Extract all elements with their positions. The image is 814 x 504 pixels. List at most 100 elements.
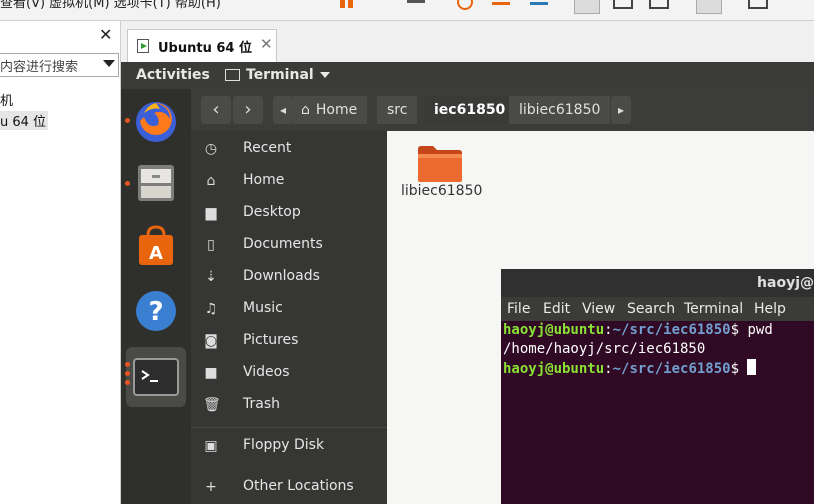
sidebar-item-trash[interactable]: 🗑 Trash [191, 390, 387, 420]
chevron-right-icon[interactable]: ▸ [611, 96, 631, 124]
prompt-user: haoyj@ubuntu [503, 322, 605, 338]
sidebar-item-floppy-disk[interactable]: ▣ Floppy Disk [191, 431, 387, 461]
sidebar-item-documents[interactable]: ▯ Documents [191, 230, 387, 260]
activities-button[interactable]: Activities [136, 67, 210, 83]
home-icon: ⌂ [206, 173, 216, 189]
sidebar-item-label: Downloads [243, 268, 320, 284]
sidebar-item-music[interactable]: ♫ Music [191, 294, 387, 324]
camera-icon: ◙ [204, 333, 218, 349]
running-indicator [125, 118, 130, 123]
app-menu-label: Terminal [246, 67, 314, 83]
terminal-line: haoyj@ubuntu:~/src/iec61850$ pwd [503, 322, 773, 338]
terminal-icon [225, 69, 240, 81]
sidebar-item-label: Other Locations [243, 478, 354, 494]
snapshot-icon[interactable] [453, 0, 477, 12]
folder-icon: ▆ [205, 205, 217, 221]
host-menubar: 查看(V) 虚拟机(M) 选项卡(T) 帮助(H) [0, 0, 814, 21]
chevron-down-icon [319, 72, 330, 78]
sidebar-item-other-locations[interactable]: + Other Locations [191, 472, 387, 502]
stretch-icon[interactable] [745, 0, 769, 12]
terminal-title-bar[interactable]: haoyj@ [501, 269, 814, 297]
menu-view[interactable]: View [582, 301, 615, 317]
library-pane: ✕ 内容进行搜索 机 u 64 位 [0, 21, 121, 504]
chevron-left-icon[interactable]: ◂ [273, 96, 293, 124]
terminal-window[interactable]: haoyj@ File Edit View Search Terminal He… [501, 269, 814, 504]
terminal-title: haoyj@ [757, 275, 814, 291]
prompt-user: haoyj@ubuntu [503, 361, 605, 377]
close-icon[interactable]: ✕ [260, 35, 273, 53]
menu-search[interactable]: Search [627, 301, 675, 317]
help-icon[interactable]: ? [130, 285, 182, 337]
running-indicator [125, 371, 130, 376]
view-library-icon[interactable] [574, 0, 600, 14]
breadcrumb-src[interactable]: src [377, 96, 418, 124]
terminal-line: /home/haoyj/src/iec61850 [503, 341, 706, 357]
forward-button[interactable]: › [233, 96, 263, 124]
menu-file[interactable]: File [507, 301, 530, 317]
breadcrumb-libiec61850[interactable]: libiec61850 [509, 96, 611, 124]
terminal-output[interactable]: haoyj@ubuntu:~/src/iec61850$ pwd /home/h… [501, 321, 814, 504]
text-cursor [747, 359, 757, 375]
download-icon: ⇣ [205, 269, 217, 285]
library-search-text: 内容进行搜索 [0, 60, 79, 75]
sidebar-item-label: Trash [243, 396, 280, 412]
host-menu-text[interactable]: 查看(V) 虚拟机(M) 选项卡(T) 帮助(H) [0, 0, 221, 11]
full-screen-icon[interactable] [646, 0, 670, 12]
sidebar-item-recent[interactable]: ◷ Recent [191, 134, 387, 164]
running-indicator [125, 380, 130, 385]
menu-help[interactable]: Help [754, 301, 786, 317]
terminal-icon[interactable] [126, 347, 186, 407]
library-search-input[interactable]: 内容进行搜索 [0, 53, 119, 77]
guest-screen[interactable]: Activities Terminal A ? ‹ › ◂ ⌂ Home src… [121, 62, 814, 504]
library-item-ubuntu[interactable]: u 64 位 [0, 111, 49, 130]
back-button[interactable]: ‹ [201, 96, 231, 124]
svg-text:A: A [149, 243, 163, 264]
pause-icon[interactable] [336, 0, 360, 12]
close-icon[interactable]: ✕ [99, 25, 112, 44]
clock-icon: ◷ [204, 141, 218, 157]
terminal-line: haoyj@ubuntu:~/src/iec61850$ [503, 359, 814, 379]
revert-snapshot-icon[interactable] [490, 0, 514, 12]
document-icon: ▯ [207, 237, 215, 253]
menu-terminal[interactable]: Terminal [684, 301, 743, 317]
sidebar-divider [191, 427, 387, 428]
vm-tab[interactable]: Ubuntu 64 位 ✕ [127, 29, 277, 62]
snapshot-manager-icon[interactable] [528, 0, 552, 12]
view-console-icon[interactable] [610, 0, 634, 12]
breadcrumb-label: Home [315, 102, 358, 118]
menu-edit[interactable]: Edit [543, 301, 570, 317]
breadcrumb-home[interactable]: ⌂ Home [293, 96, 368, 124]
folder-icon[interactable] [417, 145, 463, 183]
floppy-icon: ▣ [204, 438, 218, 454]
files-icon[interactable] [130, 157, 182, 209]
prompt-path: ~/src/iec61850 [612, 322, 731, 338]
terminal-menubar: File Edit View Search Terminal Help [501, 297, 814, 321]
video-icon: ■ [204, 365, 218, 381]
sidebar-item-videos[interactable]: ■ Videos [191, 358, 387, 388]
music-icon: ♫ [204, 301, 218, 317]
command-text: pwd [739, 322, 773, 338]
vm-tab-label: Ubuntu 64 位 [158, 41, 252, 56]
sidebar-item-label: Floppy Disk [243, 437, 325, 453]
sidebar-item-label: Videos [243, 364, 290, 380]
chevron-down-icon[interactable] [103, 60, 115, 67]
plus-icon: + [205, 479, 217, 495]
sidebar-item-label: Documents [243, 236, 323, 252]
sidebar-item-downloads[interactable]: ⇣ Downloads [191, 262, 387, 292]
send-keys-icon[interactable] [405, 0, 429, 12]
software-icon[interactable]: A [130, 221, 182, 273]
app-menu[interactable]: Terminal [225, 67, 330, 83]
folder-label[interactable]: libiec61850 [401, 183, 482, 199]
sidebar-item-label: Desktop [243, 204, 301, 220]
unity-icon[interactable] [696, 0, 722, 14]
sidebar-item-desktop[interactable]: ▆ Desktop [191, 198, 387, 228]
places-sidebar: ◷ Recent ⌂ Home ▆ Desktop ▯ Documents ⇣ Downl… [191, 131, 387, 504]
library-item[interactable]: 机 [0, 90, 13, 109]
firefox-icon[interactable] [130, 95, 182, 147]
prompt-path: ~/src/iec61850 [612, 361, 731, 377]
files-header-bar: ‹ › ◂ ⌂ Home src iec61850 libiec61850 ▸ [191, 89, 814, 131]
running-indicator [125, 362, 130, 367]
sidebar-item-home[interactable]: ⌂ Home [191, 166, 387, 196]
breadcrumb-iec61850[interactable]: iec61850 [424, 96, 516, 124]
sidebar-item-pictures[interactable]: ◙ Pictures [191, 326, 387, 356]
